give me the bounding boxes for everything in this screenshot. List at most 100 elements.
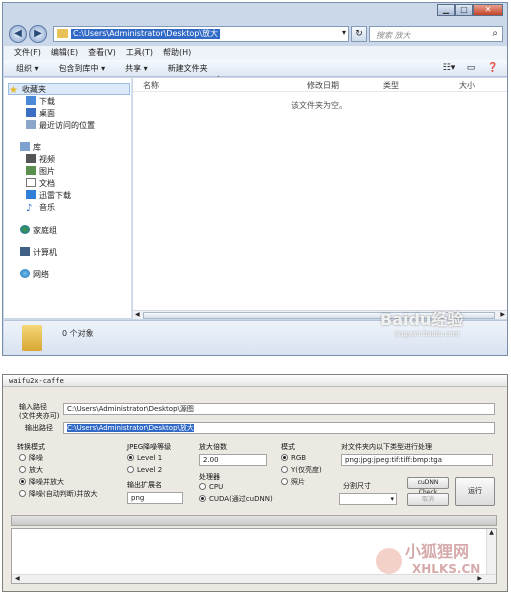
refresh-icon[interactable]: ↻ — [351, 26, 367, 42]
radio-scale[interactable]: 放大 — [19, 466, 43, 475]
radio-level-1-label: Level 1 — [137, 454, 163, 462]
filter-title: 对文件夹内以下类型进行处理 — [341, 443, 432, 451]
file-list[interactable]: 名称 ˆ 修改日期 类型 大小 该文件夹为空。 — [133, 76, 507, 311]
nav-downloads-label: 下载 — [39, 97, 55, 106]
nav-libraries[interactable]: 库 — [20, 142, 41, 154]
scroll-right-icon[interactable]: ▶ — [477, 575, 482, 582]
column-size[interactable]: 大小 — [459, 80, 475, 91]
navigation-pane: ★ 收藏夹 下载 桌面 最近访问的位置 库 视频 图片 文档 迅雷下载 ♪ 音乐 — [4, 78, 132, 318]
radio-denoise[interactable]: 降噪 — [19, 454, 43, 463]
menu-view[interactable]: 查看(V) — [88, 46, 116, 60]
close-button[interactable]: ✕ — [473, 4, 503, 16]
radio-denoise-label: 降噪 — [29, 454, 43, 462]
column-type[interactable]: 类型 — [383, 80, 399, 91]
view-options-icon[interactable]: ☷▾ — [441, 62, 457, 75]
menu-tools[interactable]: 工具(T) — [126, 46, 153, 60]
jpeg-level-title: JPEG降噪等级 — [127, 443, 172, 451]
title-bar: waifu2x-caffe — [3, 375, 507, 387]
radio-photo[interactable]: 照片 — [281, 478, 305, 487]
radio-rgb[interactable]: RGB — [281, 454, 306, 463]
menu-help[interactable]: 帮助(H) — [163, 46, 191, 60]
filter-value: png:jpg:jpeg:tif:tiff:bmp:tga — [345, 456, 443, 464]
radio-circle — [281, 454, 288, 461]
radio-cpu[interactable]: CPU — [199, 483, 223, 492]
address-bar[interactable]: C:\Users\Administrator\Desktop\放大 ▾ — [53, 26, 349, 42]
radio-level-1[interactable]: Level 1 — [127, 454, 162, 463]
output-path-field[interactable]: C:\Users\Administrator\Desktop\放大 — [63, 422, 495, 434]
nav-computer[interactable]: 计算机 — [20, 247, 57, 259]
fox-logo-icon — [376, 548, 402, 574]
radio-cuda[interactable]: CUDA(通过cuDNN) — [199, 495, 273, 504]
cudnn-check-button[interactable]: cuDNN Check — [407, 477, 449, 496]
radio-denoise-scale[interactable]: 降噪并放大 — [19, 478, 64, 487]
input-path-label: 输入路径 (文件夹亦可) — [19, 403, 60, 420]
filter-field[interactable]: png:jpg:jpeg:tif:tiff:bmp:tga — [341, 454, 493, 466]
nav-music[interactable]: ♪ 音乐 — [26, 202, 55, 214]
search-icon[interactable]: ⌕ — [492, 28, 498, 39]
radio-circle — [19, 478, 26, 485]
xhlks-watermark-url: XHLKS.CN — [412, 562, 481, 576]
radio-cuda-label: CUDA(通过cuDNN) — [209, 495, 273, 503]
folder-icon — [57, 29, 68, 38]
nav-homegroup-label: 家庭组 — [33, 226, 57, 235]
recent-places-icon — [26, 120, 36, 129]
scroll-right-icon[interactable]: ▶ — [500, 311, 505, 318]
nav-pictures-label: 图片 — [39, 167, 55, 176]
new-folder-button[interactable]: 新建文件夹 — [168, 60, 208, 76]
minimize-button[interactable]: ▁ — [437, 4, 455, 16]
window-title: waifu2x-caffe — [9, 377, 64, 385]
radio-level-2[interactable]: Level 2 — [127, 466, 162, 475]
nav-thunder[interactable]: 迅雷下载 — [26, 190, 71, 202]
split-size-select[interactable]: ▾ — [339, 493, 397, 505]
share-button[interactable]: 共享 ▾ — [125, 60, 148, 76]
radio-y-only[interactable]: Y(仅亮度) — [281, 466, 322, 475]
radio-auto-denoise-scale[interactable]: 降噪(自动判断)并放大 — [19, 490, 97, 499]
mode-title: 转换模式 — [17, 443, 45, 451]
nav-recent[interactable]: 最近访问的位置 — [26, 120, 95, 132]
processor-title: 处理器 — [199, 473, 220, 481]
nav-recent-label: 最近访问的位置 — [39, 121, 95, 130]
help-icon[interactable]: ❓ — [485, 62, 501, 75]
chevron-down-icon[interactable]: ▾ — [342, 28, 346, 37]
preview-pane-icon[interactable]: ▭ — [463, 62, 479, 75]
include-library-button[interactable]: 包含到库中 ▾ — [59, 60, 106, 76]
menu-edit[interactable]: 编辑(E) — [51, 46, 78, 60]
pictures-icon — [26, 166, 36, 175]
scroll-left-icon[interactable]: ◀ — [15, 575, 20, 582]
nav-favorites[interactable]: ★ 收藏夹 — [8, 83, 130, 96]
radio-circle — [19, 454, 26, 461]
back-icon[interactable]: ◀ — [9, 25, 27, 43]
column-name[interactable]: 名称 — [143, 80, 159, 91]
cancel-button[interactable]: 取消 — [407, 493, 449, 506]
nav-videos[interactable]: 视频 — [26, 154, 55, 166]
desktop-icon — [26, 108, 36, 117]
radio-rgb-label: RGB — [291, 454, 307, 462]
nav-downloads[interactable]: 下载 — [26, 96, 55, 108]
library-icon — [20, 142, 30, 151]
input-path-field[interactable]: C:\Users\Administrator\Desktop\源图 — [63, 403, 495, 415]
forward-icon[interactable]: ▶ — [29, 25, 47, 43]
split-size-title: 分割尺寸 — [343, 482, 371, 490]
nav-desktop[interactable]: 桌面 — [26, 108, 55, 120]
column-modified[interactable]: 修改日期 — [307, 80, 339, 91]
nav-pictures[interactable]: 图片 — [26, 166, 55, 178]
folder-icon — [22, 325, 42, 351]
nav-documents[interactable]: 文档 — [26, 178, 55, 190]
menu-file[interactable]: 文件(F) — [14, 46, 41, 60]
chevron-down-icon: ▾ — [390, 495, 394, 503]
maximize-button[interactable]: □ — [455, 4, 473, 16]
run-button[interactable]: 运行 — [455, 477, 495, 506]
computer-icon — [20, 247, 30, 256]
documents-icon — [26, 178, 36, 187]
nav-homegroup[interactable]: 家庭组 — [20, 225, 57, 237]
radio-photo-label: 照片 — [291, 478, 305, 486]
organize-button[interactable]: 组织 ▾ — [16, 60, 39, 76]
vertical-scrollbar[interactable]: ▲ — [486, 529, 496, 575]
scale-field[interactable]: 2.00 — [199, 454, 267, 466]
address-row: ◀ ▶ C:\Users\Administrator\Desktop\放大 ▾ … — [7, 23, 505, 45]
scroll-left-icon[interactable]: ◀ — [135, 311, 140, 318]
menu-bar: 文件(F) 编辑(E) 查看(V) 工具(T) 帮助(H) — [4, 46, 507, 60]
nav-network[interactable]: 网络 — [20, 269, 49, 281]
ext-field[interactable]: png — [127, 492, 183, 504]
search-input[interactable]: 搜索 放大 ⌕ — [369, 26, 503, 42]
